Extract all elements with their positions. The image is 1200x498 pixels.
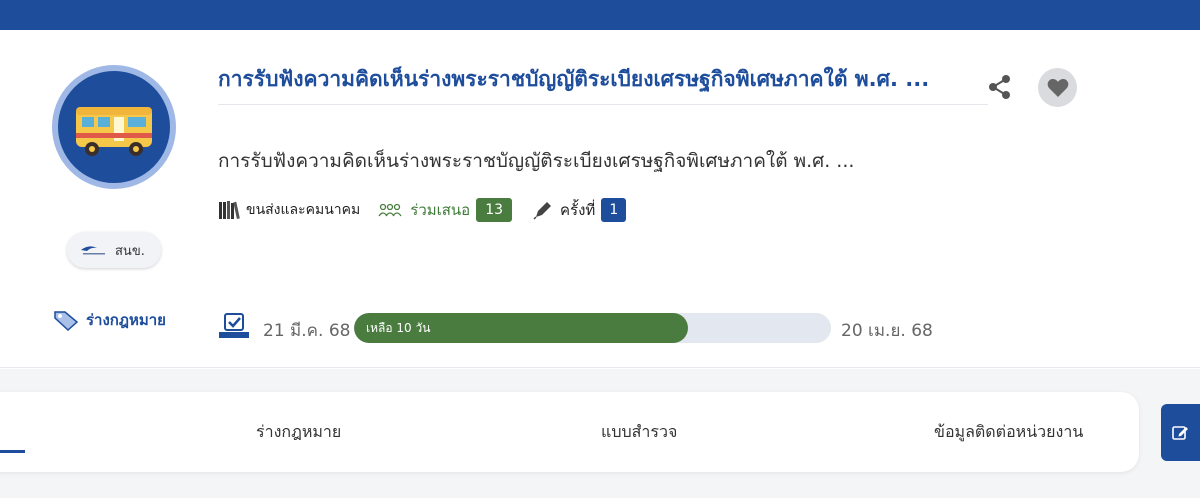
time-remaining-label: เหลือ 10 วัน xyxy=(366,320,431,335)
time-remaining-bar: เหลือ 10 วัน xyxy=(354,313,831,343)
tab-law-draft[interactable]: ร่างกฎหมาย xyxy=(256,420,341,445)
time-remaining-fill: เหลือ 10 วัน xyxy=(354,313,688,343)
edit-icon xyxy=(1172,425,1188,440)
category-label: ขนส่งและคมนาคม xyxy=(246,202,361,218)
organization-logo-icon xyxy=(81,246,105,255)
tag-icon xyxy=(54,311,79,332)
start-date: 21 มี.ค. 68 xyxy=(263,321,351,341)
organization-name: สนข. xyxy=(115,243,145,259)
favorite-button[interactable] xyxy=(1038,68,1077,107)
tab-survey[interactable]: แบบสำรวจ xyxy=(601,420,677,445)
share-icon xyxy=(989,75,1010,99)
organization-chip[interactable]: สนข. xyxy=(67,232,161,268)
participation-count-badge: 13 xyxy=(476,198,513,222)
share-button[interactable] xyxy=(985,72,1015,102)
times-badge: 1 xyxy=(601,198,627,222)
tab-agency-contact[interactable]: ข้อมูลติดต่อหน่วยงาน xyxy=(934,420,1083,445)
calendar-check-icon xyxy=(219,313,249,338)
tab-bar: ร่างกฎหมาย แบบสำรวจ ข้อมูลติดต่อหน่วยงาน xyxy=(0,392,1139,472)
law-description: การรับฟังความคิดเห็นร่างพระราชบัญญัติระเ… xyxy=(218,150,855,172)
edit-button[interactable] xyxy=(1161,404,1200,461)
people-icon xyxy=(378,203,402,217)
bus-icon xyxy=(52,65,176,189)
law-type-label: ร่างกฎหมาย xyxy=(86,311,166,329)
heart-icon xyxy=(1047,78,1068,97)
top-bar xyxy=(0,0,1200,30)
title-divider xyxy=(218,104,988,105)
law-type-tag[interactable]: ร่างกฎหมาย xyxy=(52,308,166,332)
books-icon xyxy=(219,201,240,220)
active-tab-indicator xyxy=(0,450,25,453)
times-label: ครั้งที่ xyxy=(560,201,596,219)
law-title[interactable]: การรับฟังความคิดเห็นร่างพระราชบัญญัติระเ… xyxy=(218,63,990,96)
law-meta: ขนส่งและคมนาคม ร่วมเสนอ 13 ครั้งที่ 1 xyxy=(218,194,627,226)
end-date: 20 เม.ย. 68 xyxy=(841,321,933,341)
pen-icon xyxy=(533,202,552,220)
participation-label: ร่วมเสนอ xyxy=(410,201,471,219)
